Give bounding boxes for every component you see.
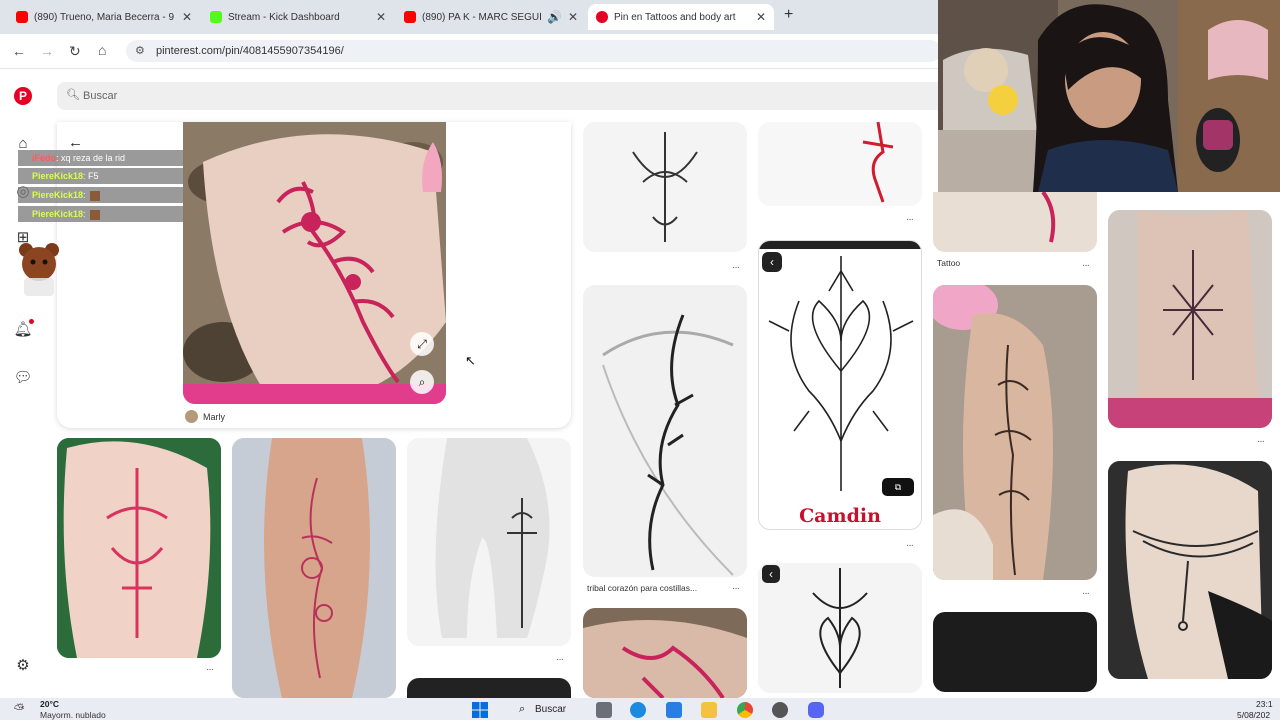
pin-author-name[interactable]: Marly xyxy=(203,412,225,422)
close-icon[interactable]: ✕ xyxy=(376,10,386,24)
pin-image[interactable] xyxy=(933,612,1097,692)
edge-icon[interactable] xyxy=(630,702,646,718)
search-icon[interactable]: ⌕ xyxy=(519,703,525,716)
pin-image[interactable] xyxy=(583,122,747,252)
messages-icon[interactable]: 💬︎ xyxy=(12,368,34,386)
taskbar-search-label[interactable]: Buscar xyxy=(535,704,566,715)
back-arrow-icon[interactable]: ← xyxy=(68,134,83,151)
weather-temperature[interactable]: 20°C xyxy=(40,699,59,709)
pinterest-icon xyxy=(596,11,608,23)
new-tab-button[interactable]: + xyxy=(784,6,793,24)
mouse-cursor-icon: ↖ xyxy=(465,353,476,368)
chrome-icon[interactable] xyxy=(737,702,753,718)
close-icon[interactable]: ✕ xyxy=(182,10,192,24)
chat-username: PiereKick18 xyxy=(32,171,84,181)
more-options-icon[interactable]: ··· xyxy=(556,654,564,665)
home-button[interactable]: ⌂ xyxy=(98,42,106,58)
clock-date[interactable]: 5/08/202 xyxy=(1237,710,1270,720)
pin-image[interactable] xyxy=(232,438,396,698)
tab-label: (890) Trueno, Maria Becerra - 9 xyxy=(34,11,175,23)
clock-time[interactable]: 23:1 xyxy=(1256,699,1273,709)
notification-badge xyxy=(29,319,34,324)
reload-button[interactable]: ↻ xyxy=(69,43,81,60)
search-icon: 🔍︎ xyxy=(66,89,80,101)
pin-image[interactable] xyxy=(57,438,221,658)
chat-message: PiereKick18: F5 xyxy=(18,168,183,184)
pin-image[interactable] xyxy=(1108,210,1272,428)
emote-icon xyxy=(89,209,100,220)
more-options-icon[interactable]: ··· xyxy=(206,664,214,675)
pin-image[interactable] xyxy=(933,285,1097,580)
discord-icon[interactable] xyxy=(808,702,824,718)
pin-image[interactable] xyxy=(758,122,922,206)
more-options-icon[interactable]: ··· xyxy=(1257,436,1265,447)
visual-search-icon[interactable]: ⌕ xyxy=(410,370,434,394)
webcam-overlay xyxy=(938,0,1280,192)
chat-message: PiereKick18: xyxy=(18,206,183,222)
chat-text: : F5 xyxy=(83,171,99,181)
weather-description[interactable]: Mayorm. nublado xyxy=(40,710,106,720)
chat-text: : xq reza de la rid xyxy=(56,153,126,163)
tab-pinterest[interactable]: Pin en Tattoos and body art ✕ xyxy=(588,4,774,30)
pin-image[interactable] xyxy=(407,678,571,698)
tab-youtube-trueno[interactable]: (890) Trueno, Maria Becerra - 9 ✕ xyxy=(8,4,200,30)
expand-icon[interactable]: ⤢ xyxy=(410,332,434,356)
settings-icon[interactable]: ⚙ xyxy=(12,656,34,674)
shop-icon[interactable]: ⧉ xyxy=(882,478,914,496)
search-placeholder: Buscar xyxy=(83,90,118,102)
pinterest-logo-icon[interactable]: P xyxy=(14,87,32,105)
chat-text: : xyxy=(83,190,86,200)
chat-username: PiereKick18 xyxy=(32,190,84,200)
pin-image[interactable] xyxy=(583,285,747,577)
pin-caption[interactable]: Tattoo xyxy=(937,258,960,268)
pin-main-image[interactable] xyxy=(183,122,446,404)
more-options-icon[interactable]: ··· xyxy=(1082,260,1090,271)
pin-image[interactable] xyxy=(933,192,1097,252)
more-options-icon[interactable]: ··· xyxy=(1082,588,1090,599)
pin-image[interactable] xyxy=(407,438,571,646)
more-options-icon[interactable]: ··· xyxy=(732,583,740,594)
search-input[interactable] xyxy=(57,82,947,110)
tab-label: Stream - Kick Dashboard xyxy=(228,11,340,23)
forward-button[interactable]: → xyxy=(40,43,54,59)
youtube-icon xyxy=(16,11,28,23)
pin-caption[interactable]: tribal corazón para costillas... xyxy=(587,583,697,593)
chat-message: iFedo: xq reza de la rid xyxy=(18,150,183,166)
watermark-text: Camdin xyxy=(799,505,881,527)
chat-message: PiereKick18: xyxy=(18,187,183,203)
youtube-icon xyxy=(404,11,416,23)
tab-label: (890) PA K - MARC SEGUÍ, A xyxy=(422,11,541,23)
tab-kick-dashboard[interactable]: Stream - Kick Dashboard ✕ xyxy=(202,4,394,30)
tab-youtube-marc[interactable]: (890) PA K - MARC SEGUÍ, A 🔊 ✕ xyxy=(396,4,586,30)
pin-image[interactable] xyxy=(758,563,922,693)
chevron-left-icon[interactable]: ‹ xyxy=(762,565,780,583)
task-view-icon[interactable] xyxy=(596,702,612,718)
chevron-left-icon[interactable]: ‹ xyxy=(762,252,782,272)
more-options-icon[interactable]: ··· xyxy=(906,214,914,225)
url-text[interactable]: pinterest.com/pin/408145590735419​6/ xyxy=(156,45,344,57)
kick-icon xyxy=(210,11,222,23)
back-button[interactable]: ← xyxy=(12,43,26,59)
author-avatar[interactable] xyxy=(185,410,198,423)
chat-text: : xyxy=(83,209,86,219)
emote-icon xyxy=(89,190,100,201)
store-icon[interactable] xyxy=(666,702,682,718)
close-icon[interactable]: ✕ xyxy=(568,10,578,24)
more-options-icon[interactable]: ··· xyxy=(906,540,914,551)
chat-username: PiereKick18 xyxy=(32,209,84,219)
obs-icon[interactable] xyxy=(772,702,788,718)
close-icon[interactable]: ✕ xyxy=(756,10,766,24)
chat-username: iFedo xyxy=(32,153,56,163)
pin-image[interactable] xyxy=(1108,461,1272,679)
windows-start-icon[interactable] xyxy=(471,701,489,719)
speaker-icon[interactable]: 🔊 xyxy=(547,10,562,24)
pin-image[interactable] xyxy=(583,608,747,698)
weather-icon[interactable]: ⛅︎ xyxy=(14,701,24,717)
more-options-icon[interactable]: ··· xyxy=(732,262,740,273)
site-info-icon[interactable]: ⚙ xyxy=(135,44,145,57)
bear-mascot-icon xyxy=(16,240,62,300)
file-explorer-icon[interactable] xyxy=(701,702,717,718)
tab-label: Pin en Tattoos and body art xyxy=(614,11,736,23)
